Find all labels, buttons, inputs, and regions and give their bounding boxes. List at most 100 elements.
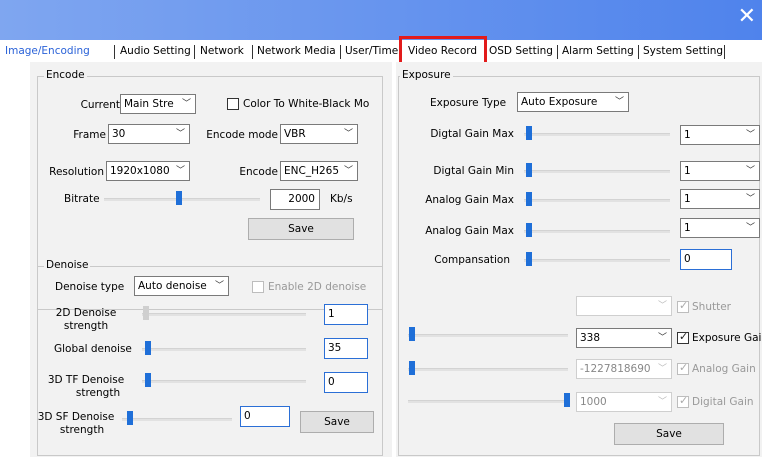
- digital-gain-slider-track[interactable]: [408, 400, 568, 403]
- enable-2d-denoise-label: Enable 2D denoise: [268, 281, 367, 293]
- encode-codec-select[interactable]: ENC_H265 ﹀: [280, 161, 358, 181]
- tab-separator: [638, 45, 639, 59]
- denoise-2d-slider-track[interactable]: [142, 313, 306, 316]
- tab-network[interactable]: Network: [197, 42, 247, 62]
- bitrate-unit: Kb/s: [330, 193, 353, 205]
- tab-separator: [194, 45, 195, 59]
- close-icon[interactable]: ✕: [738, 5, 756, 29]
- chevron-down-icon: ﹀: [614, 97, 624, 107]
- left-panel: Encode Current Main Stre ﹀ Color To Whit…: [30, 62, 392, 457]
- analog-gain-max2-select[interactable]: 1 ﹀: [680, 218, 760, 238]
- digital-gain-max-select[interactable]: 1 ﹀: [680, 125, 760, 145]
- analog-gain-max-select[interactable]: 1 ﹀: [680, 189, 760, 209]
- current-label: Current: [80, 99, 120, 111]
- digital-gain-min-slider-track[interactable]: [524, 170, 670, 173]
- bitrate-slider-track[interactable]: [104, 198, 260, 201]
- digital-gain-min-select[interactable]: 1 ﹀: [680, 161, 760, 181]
- compensation-input[interactable]: 0: [680, 249, 732, 270]
- color-bw-label: Color To White-Black Mo: [243, 98, 370, 110]
- enable-2d-denoise-checkbox[interactable]: [252, 281, 264, 293]
- tab-separator: [114, 45, 115, 59]
- bitrate-input[interactable]: 2000: [270, 189, 320, 210]
- encode-codec-value: ENC_H265: [284, 165, 340, 177]
- frame-rate-value: 30: [112, 128, 126, 140]
- chevron-down-icon: ﹀: [745, 194, 755, 204]
- analog-gain-max2-slider-thumb[interactable]: [526, 223, 532, 237]
- chevron-down-icon: ﹀: [745, 166, 755, 176]
- global-denoise-slider-track[interactable]: [142, 348, 306, 351]
- denoise-3dsf-slider-track[interactable]: [122, 418, 232, 421]
- denoise-2d-label: 2D Denoise: [55, 307, 117, 319]
- global-denoise-slider-thumb[interactable]: [145, 341, 151, 355]
- analog-gain-max2-value: 1: [684, 222, 691, 234]
- denoise-2d-input[interactable]: 1: [324, 304, 368, 325]
- denoise-3dsf-label-line2: strength: [59, 424, 105, 436]
- analog-gain-slider-thumb[interactable]: [409, 361, 415, 375]
- global-denoise-label: Global denoise: [54, 343, 132, 355]
- analog-gain-label: Analog Gain: [692, 363, 756, 375]
- exposure-gain-slider-track[interactable]: [408, 334, 568, 337]
- chevron-down-icon: ﹀: [343, 129, 353, 139]
- digital-gain-max-value: 1: [684, 129, 691, 141]
- denoise-save-button[interactable]: Save: [300, 411, 374, 433]
- tab-separator: [557, 45, 558, 59]
- analog-gain-max-slider-thumb[interactable]: [526, 192, 532, 206]
- tab-osd-setting[interactable]: OSD Setting: [486, 42, 556, 62]
- chevron-down-icon: ﹀: [181, 99, 191, 109]
- analog-gain-select[interactable]: -1227818690 ﹀: [576, 359, 672, 379]
- exposure-title: Exposure: [400, 69, 453, 81]
- tab-audio-setting[interactable]: Audio Setting: [117, 42, 194, 62]
- resolution-label: Resolution: [49, 166, 104, 178]
- tab-alarm-setting[interactable]: Alarm Setting: [559, 42, 637, 62]
- compensation-slider-thumb[interactable]: [526, 252, 532, 266]
- tab-system-setting[interactable]: System Setting: [640, 42, 726, 62]
- exposure-gain-checkbox[interactable]: [677, 330, 689, 344]
- frame-rate-select[interactable]: 30 ﹀: [108, 124, 190, 144]
- denoise-type-select[interactable]: Auto denoise ﹀: [134, 276, 229, 296]
- analog-gain-max2-slider-track[interactable]: [524, 230, 670, 233]
- digital-gain-slider-thumb[interactable]: [564, 393, 570, 407]
- digital-gain-max-slider-track[interactable]: [524, 133, 670, 136]
- color-bw-checkbox[interactable]: [227, 98, 239, 110]
- tab-image-encoding[interactable]: Image/Encoding: [2, 42, 93, 62]
- chevron-down-icon: ﹀: [214, 281, 224, 291]
- chevron-down-icon: ﹀: [745, 130, 755, 140]
- resolution-select[interactable]: 1920x1080 ﹀: [106, 161, 190, 181]
- tab-user-time[interactable]: User/Time: [342, 42, 401, 62]
- chevron-down-icon: ﹀: [175, 166, 185, 176]
- denoise-title: Denoise: [44, 259, 91, 271]
- denoise-3dsf-input[interactable]: 0: [240, 406, 290, 427]
- tab-network-media[interactable]: Network Media: [254, 42, 339, 62]
- bitrate-slider-thumb[interactable]: [176, 191, 182, 205]
- digital-gain-min-label: Digtal Gain Min: [433, 165, 514, 177]
- analog-gain-checkbox[interactable]: [677, 361, 689, 375]
- denoise-3dtf-slider-thumb[interactable]: [145, 373, 151, 387]
- tab-separator: [724, 45, 725, 59]
- encode-mode-select[interactable]: VBR ﹀: [280, 124, 358, 144]
- analog-gain-slider-track[interactable]: [408, 368, 568, 371]
- digital-gain-min-slider-thumb[interactable]: [526, 163, 532, 177]
- analog-gain-max-slider-track[interactable]: [524, 199, 670, 202]
- exposure-gain-slider-thumb[interactable]: [409, 327, 415, 341]
- encode-save-button[interactable]: Save: [248, 218, 354, 240]
- digital-gain-select[interactable]: 1000 ﹀: [576, 392, 672, 412]
- title-bar: ✕: [0, 0, 762, 40]
- denoise-3dtf-slider-track[interactable]: [142, 380, 306, 383]
- global-denoise-input[interactable]: 35: [324, 338, 368, 359]
- compensation-slider-track[interactable]: [524, 259, 670, 262]
- denoise-3dsf-slider-thumb[interactable]: [127, 411, 133, 425]
- encode-mode-value: VBR: [284, 128, 306, 140]
- shutter-label: Shutter: [692, 301, 731, 313]
- denoise-3dtf-input[interactable]: 0: [324, 372, 368, 393]
- exposure-type-select[interactable]: Auto Exposure ﹀: [517, 92, 629, 112]
- resolution-value: 1920x1080: [110, 165, 170, 177]
- current-stream-select[interactable]: Main Stre ﹀: [120, 94, 196, 114]
- digital-gain-max-slider-thumb[interactable]: [526, 126, 532, 140]
- exposure-gain-select[interactable]: 338 ﹀: [576, 328, 672, 348]
- digital-gain-checkbox[interactable]: [677, 394, 689, 408]
- denoise-2d-slider-thumb[interactable]: [143, 306, 149, 320]
- digital-gain-label: Digital Gain: [692, 396, 754, 408]
- shutter-select[interactable]: ﹀: [576, 296, 672, 316]
- exposure-save-button[interactable]: Save: [614, 423, 724, 445]
- shutter-checkbox[interactable]: [677, 299, 689, 313]
